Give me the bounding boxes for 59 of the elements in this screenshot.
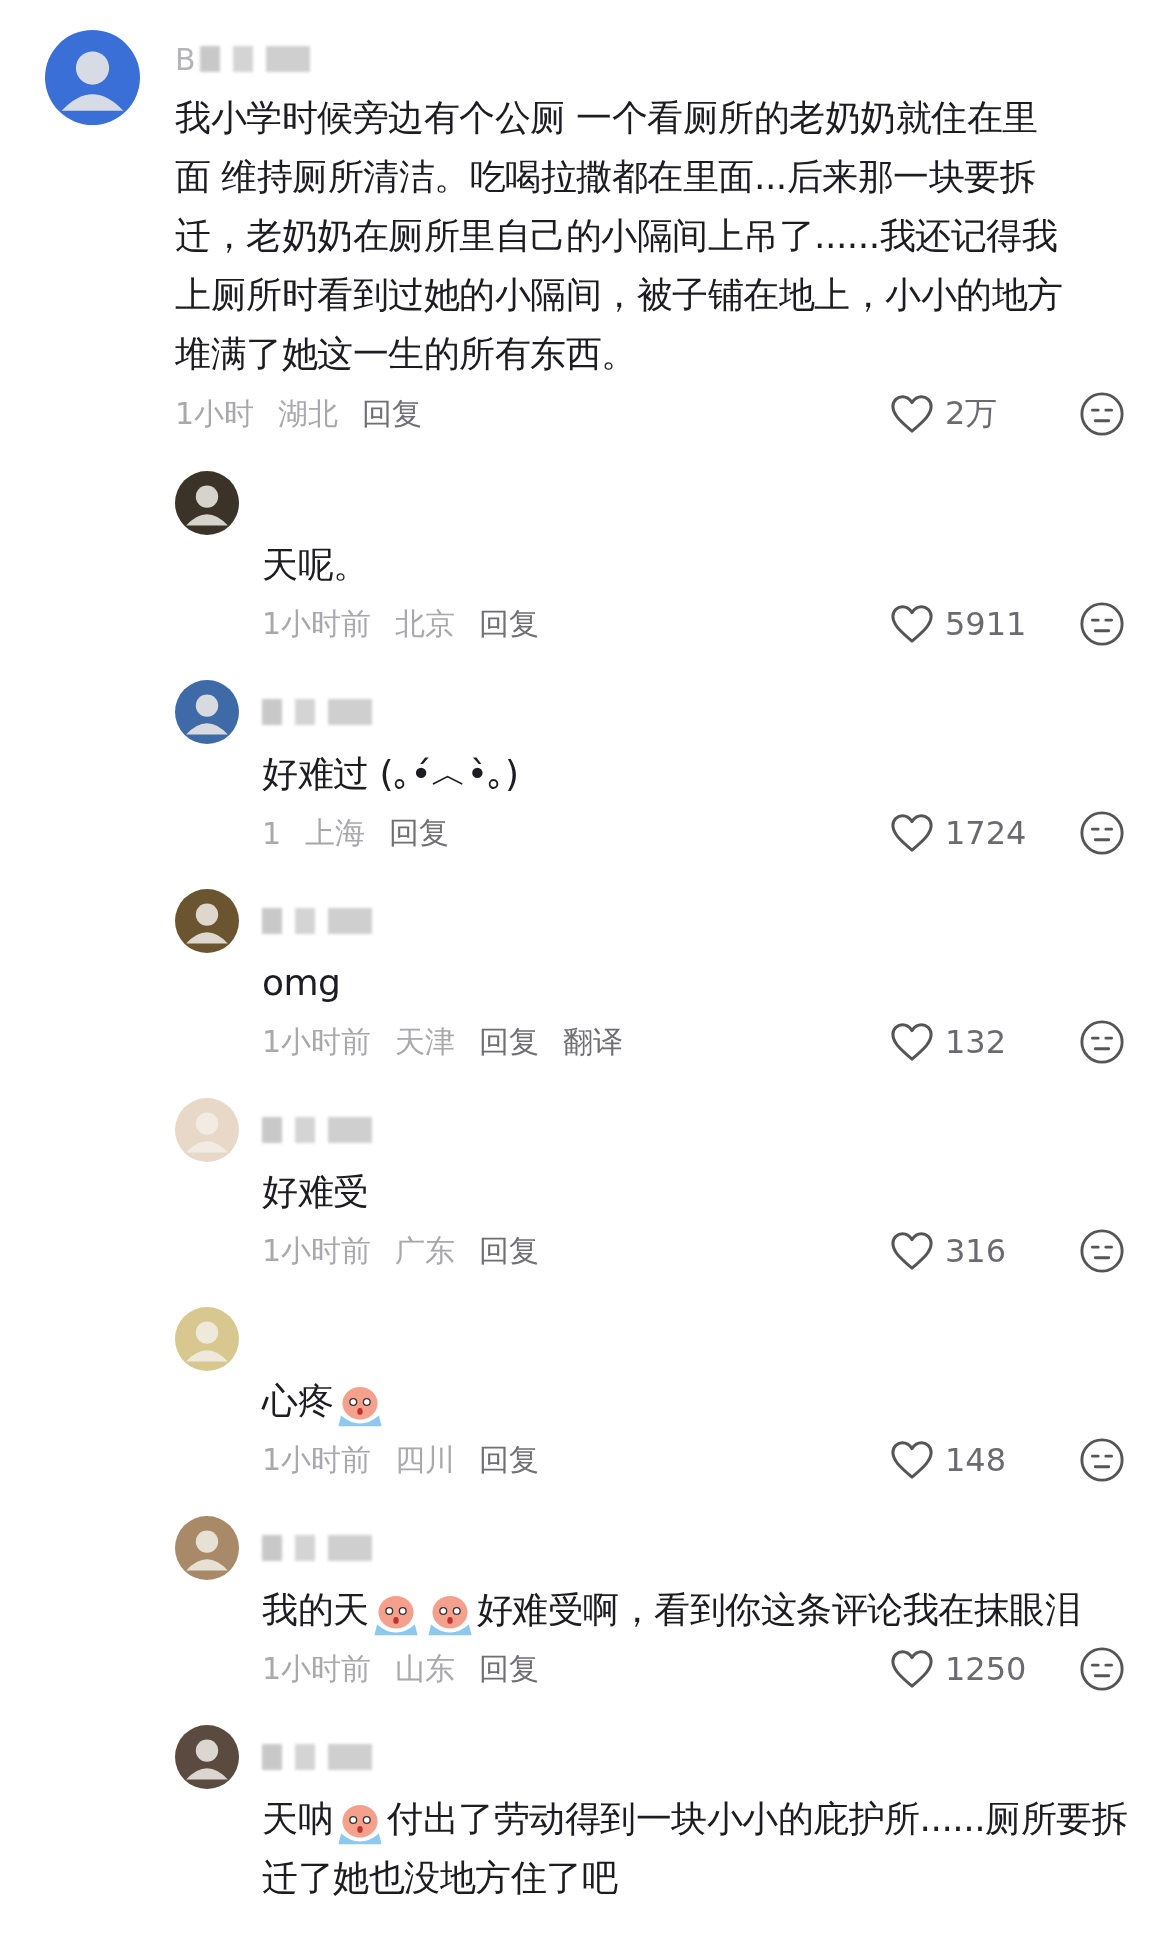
dislike-face-icon[interactable]	[1079, 1019, 1125, 1065]
avatar[interactable]	[175, 680, 239, 744]
translate-button[interactable]: 翻译	[563, 1021, 624, 1063]
heart-icon	[889, 1439, 935, 1481]
timestamp: 1	[262, 815, 282, 851]
like-button[interactable]: 1724	[889, 812, 1039, 854]
heart-icon	[889, 1230, 935, 1272]
location: 天津	[395, 1022, 456, 1061]
location: 北京	[395, 604, 456, 643]
crying-emoji-icon	[373, 1596, 418, 1636]
like-button[interactable]: 132	[889, 1021, 1039, 1063]
reply-button[interactable]: 回复	[389, 812, 450, 854]
timestamp: 1小时前	[262, 604, 372, 643]
dislike-face-icon[interactable]	[1079, 601, 1125, 647]
heart-icon	[889, 393, 935, 435]
comment-text: 我的天 好难受啊，看到你这条评论我在抹眼泪	[262, 1580, 1130, 1639]
reply-button[interactable]: 回复	[479, 1648, 540, 1690]
location: 上海	[305, 813, 366, 852]
reply-button[interactable]: 回复	[479, 1439, 540, 1481]
comment-text: 我小学时候旁边有个公厕 一个看厕所的老奶奶就住在里面 维持厕所清洁。吃喝拉撒都在里面...后来那一块要拆迁，老奶奶在厕所里自己的小隔间上吊了......我还记得我上厕所时看到过她的小隔间，被子铺在地上，小小的地方堆满了她这一生的所有东西。	[175, 96, 1064, 376]
reply-button[interactable]: 回复	[479, 1021, 540, 1063]
avatar[interactable]	[175, 1725, 239, 1789]
dislike-face-icon[interactable]	[1079, 1646, 1125, 1692]
reply-button[interactable]: 回复	[362, 393, 423, 435]
comment-text: 好难过 (｡•́︿•̀｡)	[262, 752, 520, 796]
timestamp: 1小时前	[262, 1649, 372, 1688]
comment-text: 天呢。	[262, 543, 370, 587]
timestamp: 1小时前	[262, 1440, 372, 1479]
dislike-face-icon[interactable]	[1079, 391, 1125, 437]
crying-emoji-icon	[338, 1387, 382, 1427]
crying-emoji-icon	[427, 1596, 472, 1636]
heart-icon	[889, 1021, 935, 1063]
location: 山东	[395, 1649, 456, 1688]
avatar[interactable]	[175, 471, 239, 535]
like-button[interactable]: 316	[889, 1230, 1039, 1272]
timestamp: 1小时前	[262, 1022, 372, 1061]
timestamp: 1小时	[175, 394, 255, 433]
like-button[interactable]: 1250	[889, 1648, 1039, 1690]
timestamp: 1小时前	[262, 1231, 372, 1270]
location: 四川	[395, 1440, 456, 1479]
comment-text: 好难受	[262, 1170, 370, 1214]
avatar[interactable]	[175, 889, 239, 953]
heart-icon	[889, 603, 935, 645]
heart-icon	[889, 1648, 935, 1690]
location: 广东	[395, 1231, 456, 1270]
reply-button[interactable]: 回复	[479, 603, 540, 645]
location: 湖北	[278, 394, 339, 433]
reply-button[interactable]: 回复	[479, 1230, 540, 1272]
comment-text: 天呐 付出了劳动得到一块小小的庇护所......厕所要拆迁了她也没地方住了吧	[262, 1797, 1129, 1900]
like-button[interactable]: 148	[889, 1439, 1039, 1481]
comment-text: omg	[262, 961, 342, 1005]
like-button[interactable]: 2万	[889, 392, 1039, 436]
crying-emoji-icon	[338, 1805, 382, 1845]
like-button[interactable]: 5911	[889, 603, 1039, 645]
heart-icon	[889, 812, 935, 854]
dislike-face-icon[interactable]	[1079, 1228, 1125, 1274]
dislike-face-icon[interactable]	[1079, 1437, 1125, 1483]
dislike-face-icon[interactable]	[1079, 810, 1125, 856]
comment-text: 心疼	[262, 1371, 1130, 1430]
